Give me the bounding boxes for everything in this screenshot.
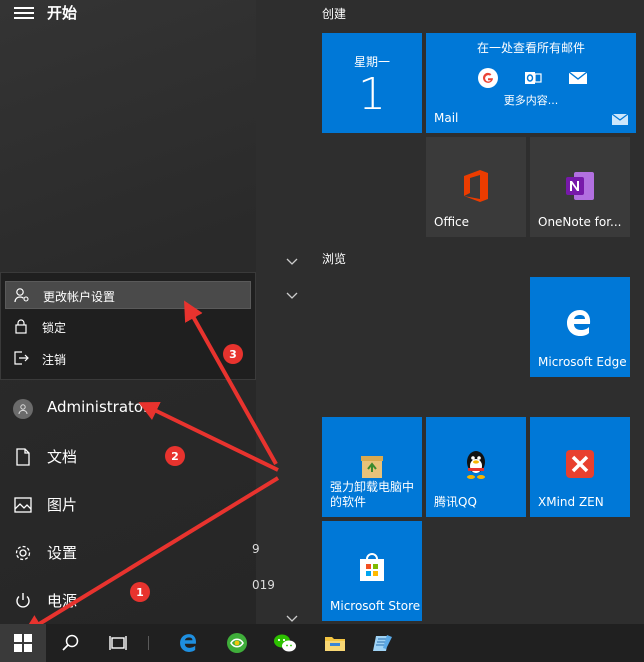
annotation-badge-3: 3 xyxy=(223,344,243,364)
tile-office[interactable]: Office xyxy=(426,137,526,237)
xmind-label: XMind ZEN xyxy=(538,495,604,509)
tiles-pane: 创建 星期一 1 在一处查看所有邮件 更多内容... Mail Office O… xyxy=(306,0,644,624)
app-list-partial-text: 9 xyxy=(252,542,260,556)
chevron-down-icon[interactable] xyxy=(286,258,298,266)
group-title-create: 创建 xyxy=(322,7,347,21)
start-menu: 开始 更改帐户设置 锁定 注销 Administrator 文档 图片 设置 电… xyxy=(0,0,644,624)
recycle-box-icon xyxy=(361,456,383,478)
picture-icon xyxy=(12,494,34,516)
windows-logo-icon xyxy=(14,634,32,652)
lock-label: 锁定 xyxy=(42,321,67,335)
nav-user-label: Administrator xyxy=(47,398,150,416)
mail-label: Mail xyxy=(434,111,459,125)
annotation-badge-1: 1 xyxy=(130,582,150,602)
office-label: Office xyxy=(434,215,470,229)
taskbar-app-button[interactable] xyxy=(360,624,406,662)
power-icon xyxy=(12,590,34,612)
wechat-icon xyxy=(274,634,296,652)
qq-label: 腾讯QQ xyxy=(434,495,477,509)
tile-calendar[interactable]: 星期一 1 xyxy=(322,33,422,133)
edge-icon xyxy=(567,310,591,336)
xmind-icon xyxy=(566,450,594,478)
edge-label: Microsoft Edge xyxy=(538,355,627,369)
store-bag-icon xyxy=(360,553,384,581)
annotation-badge-2: 2 xyxy=(165,446,185,466)
nav-pictures-label: 图片 xyxy=(47,496,78,514)
task-view-button[interactable] xyxy=(95,624,141,662)
sign-out-icon xyxy=(13,350,29,366)
nav-settings[interactable]: 设置 xyxy=(0,530,256,576)
document-icon xyxy=(12,446,34,468)
tile-uninstaller[interactable]: 强力卸载电脑中 的软件 xyxy=(322,417,422,517)
taskbar-wechat-button[interactable] xyxy=(262,624,308,662)
hamburger-menu-icon[interactable] xyxy=(14,4,34,20)
browser-360-icon xyxy=(227,633,247,653)
sign-out-label: 注销 xyxy=(42,353,67,367)
taskbar-file-explorer-button[interactable] xyxy=(312,624,358,662)
tile-xmind[interactable]: XMind ZEN xyxy=(530,417,630,517)
tile-mail[interactable]: 在一处查看所有邮件 更多内容... Mail xyxy=(426,33,636,133)
uninstaller-label: 强力卸载电脑中 的软件 xyxy=(330,480,415,509)
store-label: Microsoft Store xyxy=(330,599,421,613)
chevron-down-icon[interactable] xyxy=(286,292,298,300)
google-icon xyxy=(478,68,498,88)
gear-icon xyxy=(12,542,34,564)
lock-icon xyxy=(13,318,29,334)
nav-power[interactable]: 电源 xyxy=(0,578,256,624)
tile-microsoft-store[interactable]: Microsoft Store xyxy=(322,521,422,621)
app-list-partial-text: 019 xyxy=(252,578,275,592)
mail-more-content: 更多内容... xyxy=(503,94,559,107)
start-title: 开始 xyxy=(47,4,78,22)
nav-power-label: 电源 xyxy=(47,592,78,610)
office-icon xyxy=(464,170,488,202)
taskbar-edge-button[interactable] xyxy=(166,624,212,662)
envelope-icon xyxy=(568,68,588,88)
calendar-weekday: 星期一 xyxy=(353,55,390,69)
chevron-down-icon[interactable] xyxy=(286,615,298,623)
nav-documents-label: 文档 xyxy=(47,448,78,466)
app-list-pane: 9 019 xyxy=(252,0,306,624)
user-settings-icon xyxy=(14,287,30,303)
group-title-browse: 浏览 xyxy=(322,252,347,266)
mail-provider-icons xyxy=(478,67,588,89)
mail-headline: 在一处查看所有邮件 xyxy=(476,41,585,55)
tile-qq[interactable]: 腾讯QQ xyxy=(426,417,526,517)
avatar xyxy=(13,399,33,419)
onenote-label: OneNote for... xyxy=(538,215,622,229)
edge-icon xyxy=(180,634,196,652)
sign-out-item[interactable]: 注销 xyxy=(5,345,251,373)
start-left-pane: 开始 更改帐户设置 锁定 注销 Administrator 文档 图片 设置 电… xyxy=(0,0,256,624)
outlook-icon xyxy=(523,68,543,88)
nav-pictures[interactable]: 图片 xyxy=(0,482,256,528)
start-button[interactable] xyxy=(0,624,46,662)
tile-onenote[interactable]: OneNote for... xyxy=(530,137,630,237)
taskbar xyxy=(0,624,644,662)
nav-documents[interactable]: 文档 xyxy=(0,434,256,480)
taskbar-search-button[interactable] xyxy=(48,624,94,662)
calendar-date: 1 xyxy=(358,69,386,120)
lock-item[interactable]: 锁定 xyxy=(5,313,251,341)
change-account-settings-label: 更改帐户设置 xyxy=(43,290,116,304)
taskbar-separator xyxy=(148,636,149,650)
nav-settings-label: 设置 xyxy=(47,544,78,562)
user-avatar-icon xyxy=(12,398,34,420)
account-context-menu: 更改帐户设置 锁定 注销 xyxy=(0,272,256,380)
taskbar-360-browser-button[interactable] xyxy=(214,624,260,662)
task-view-icon xyxy=(109,636,127,650)
notepad-app-icon xyxy=(373,635,392,651)
search-icon xyxy=(62,634,79,651)
mail-badge-icon xyxy=(612,114,628,125)
folder-icon xyxy=(325,637,345,651)
onenote-icon xyxy=(566,172,594,200)
change-account-settings-item[interactable]: 更改帐户设置 xyxy=(5,281,251,309)
qq-penguin-icon xyxy=(467,451,485,479)
tile-microsoft-edge[interactable]: Microsoft Edge xyxy=(530,277,630,377)
nav-user-administrator[interactable]: Administrator xyxy=(0,386,256,432)
